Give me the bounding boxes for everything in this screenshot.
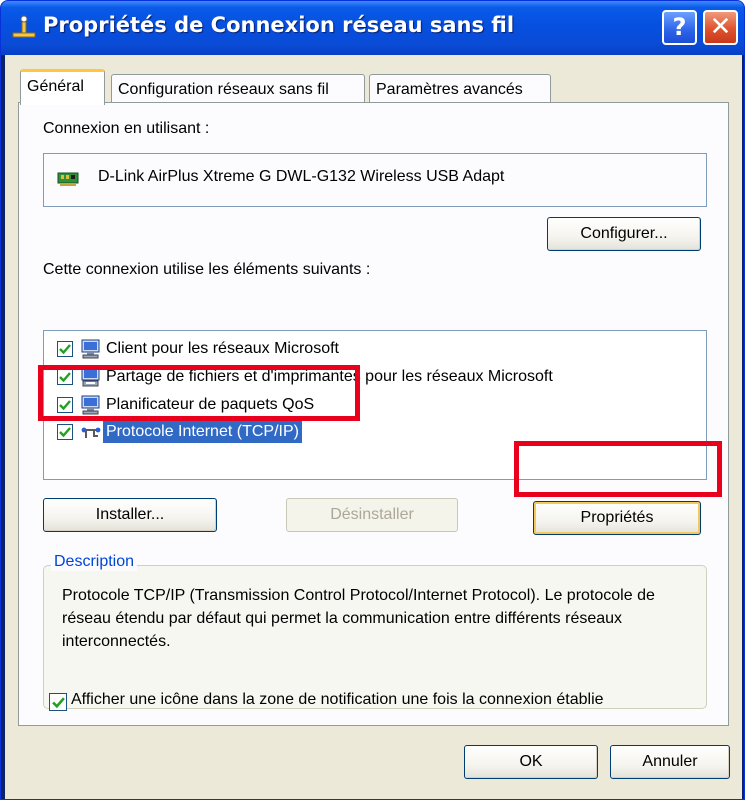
component-checkbox[interactable]: [57, 369, 73, 385]
tab-label: Configuration réseaux sans fil: [118, 81, 329, 98]
cancel-button[interactable]: Annuler: [610, 745, 730, 779]
network-adapter-icon: [57, 172, 79, 186]
component-checkbox[interactable]: [57, 341, 73, 357]
help-button[interactable]: ?: [662, 10, 697, 45]
list-item[interactable]: Client pour les réseaux Microsoft: [44, 336, 706, 362]
install-button[interactable]: Installer...: [43, 498, 217, 532]
help-icon: ?: [672, 13, 687, 41]
dialog-window: Propriétés de Connexion réseau sans fil …: [0, 0, 745, 800]
adapter-box: D-Link AirPlus Xtreme G DWL-G132 Wireles…: [43, 153, 707, 207]
list-item-selected[interactable]: Protocole Internet (TCP/IP): [44, 419, 706, 445]
configure-button[interactable]: Configurer...: [547, 217, 701, 251]
ok-button[interactable]: OK: [464, 745, 598, 779]
description-text: Protocole TCP/IP (Transmission Control P…: [62, 587, 655, 650]
protocol-icon: [81, 427, 101, 438]
network-client-icon: [81, 339, 100, 359]
list-item-label: Planificateur de paquets QoS: [106, 396, 315, 413]
file-sharing-icon: [81, 367, 100, 387]
general-tab-panel: Connexion en utilisant : D-Link AirPlus …: [18, 102, 729, 726]
properties-button[interactable]: Propriétés: [533, 501, 701, 535]
window-title: Propriétés de Connexion réseau sans fil: [43, 13, 515, 37]
tab-general[interactable]: Général: [20, 69, 105, 105]
components-label: Cette connexion utilise les éléments sui…: [43, 261, 371, 278]
list-item-label: Protocole Internet (TCP/IP): [103, 421, 302, 443]
tab-label: Paramètres avancés: [376, 81, 523, 98]
description-group: Protocole TCP/IP (Transmission Control P…: [43, 565, 707, 709]
description-title: Description: [51, 553, 138, 571]
qos-scheduler-icon: [81, 395, 100, 415]
close-button[interactable]: ✕: [703, 10, 738, 45]
connect-using-label: Connexion en utilisant :: [43, 120, 210, 137]
list-item-label: Client pour les réseaux Microsoft: [106, 340, 339, 357]
close-icon: ✕: [709, 12, 732, 42]
title-bar[interactable]: Propriétés de Connexion réseau sans fil …: [1, 1, 744, 55]
list-item-label: Partage de fichiers et d'imprimantes pou…: [106, 368, 553, 385]
uninstall-button[interactable]: Désinstaller: [286, 498, 458, 532]
components-list[interactable]: Client pour les réseaux Microsoft Partag…: [43, 330, 707, 480]
tab-label: Général: [27, 78, 84, 95]
network-connection-icon: [12, 15, 36, 38]
show-icon-checkbox[interactable]: [49, 693, 67, 711]
adapter-name: D-Link AirPlus Xtreme G DWL-G132 Wireles…: [98, 168, 505, 185]
list-item[interactable]: Partage de fichiers et d'imprimantes pou…: [44, 364, 706, 390]
component-checkbox[interactable]: [57, 424, 73, 440]
component-checkbox[interactable]: [57, 397, 73, 413]
list-item[interactable]: Planificateur de paquets QoS: [44, 392, 706, 418]
dialog-client-area: Général Configuration réseaux sans fil P…: [5, 55, 742, 799]
show-icon-label: Afficher une icône dans la zone de notif…: [71, 691, 604, 708]
